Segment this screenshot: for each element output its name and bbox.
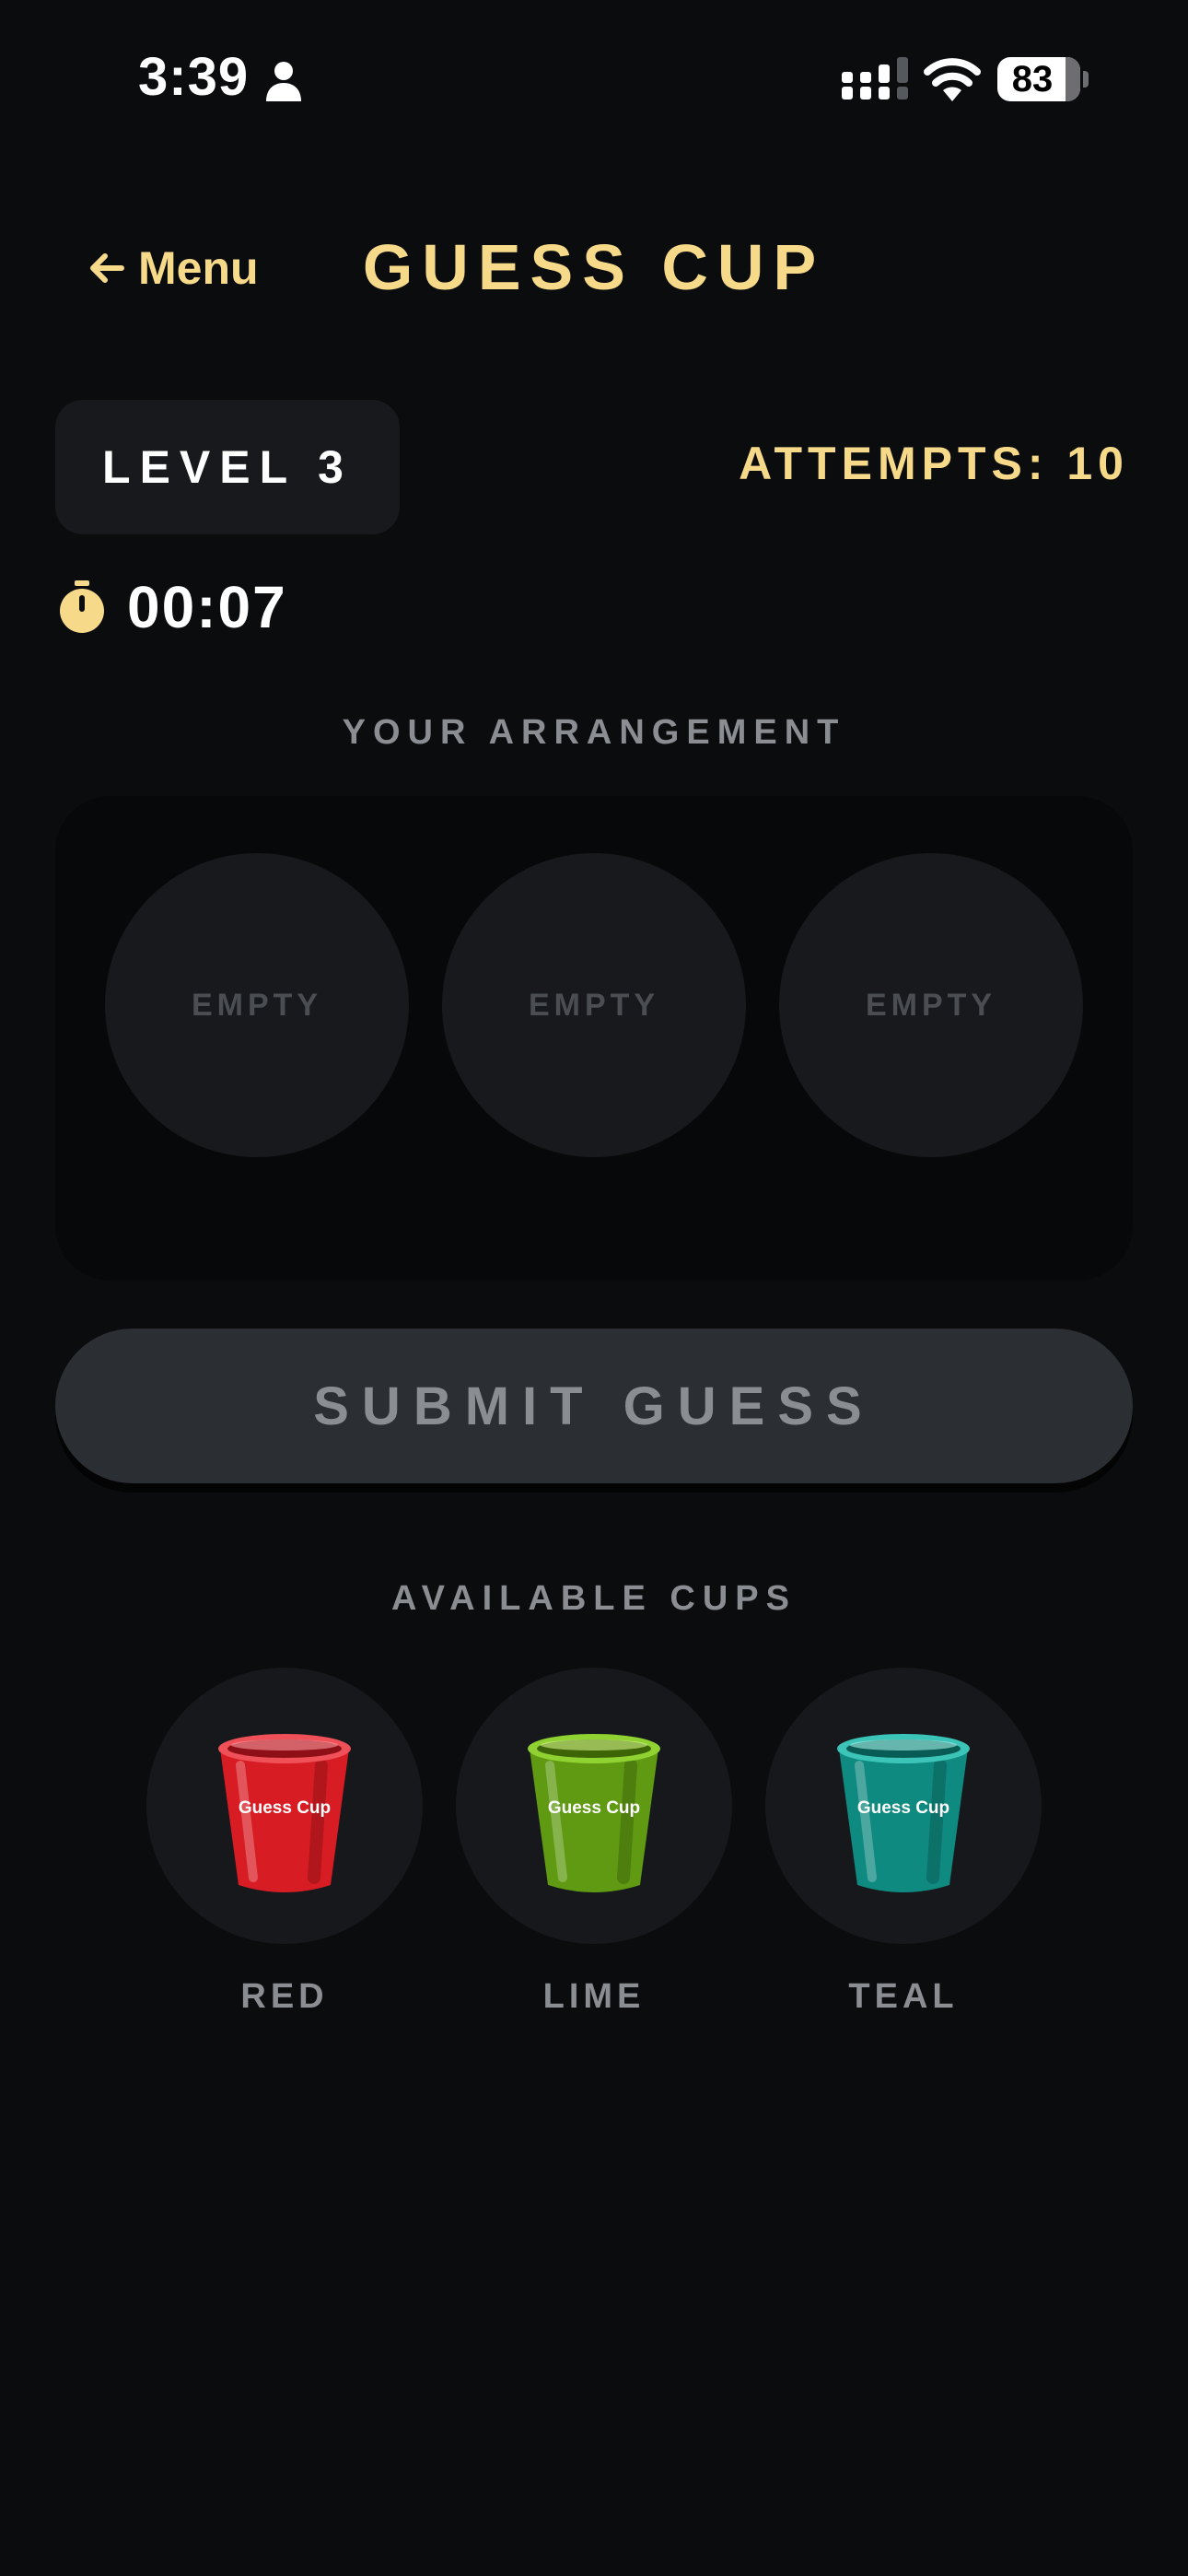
cup-label-red: RED — [240, 1977, 329, 2016]
battery-percent: 83 — [1011, 59, 1054, 100]
battery-indicator: 83 — [997, 57, 1080, 101]
teal-cup-text: Guess Cup — [857, 1798, 949, 1818]
status-time: 3:39 — [138, 47, 250, 107]
person-icon — [266, 62, 301, 101]
arrangement-slot-3[interactable]: EMPTY — [779, 853, 1083, 1157]
cellular-signal-icon — [842, 57, 908, 100]
timer-value: 00:07 — [127, 574, 287, 640]
available-cups-heading: AVAILABLE CUPS — [391, 1579, 797, 1618]
attempts-counter: ATTEMPTS: 10 — [739, 438, 1129, 489]
page-title: GUESS CUP — [362, 231, 826, 303]
red-cup-text: Guess Cup — [239, 1798, 331, 1818]
cup-option-teal[interactable]: Guess Cup — [765, 1668, 1042, 1944]
cup-option-lime[interactable]: Guess Cup — [456, 1668, 732, 1944]
cup-label-lime: LIME — [542, 1977, 646, 2016]
wifi-icon — [924, 58, 981, 101]
submit-guess-button[interactable]: SUBMIT GUESS — [55, 1329, 1133, 1483]
cup-label-teal: TEAL — [848, 1977, 959, 2016]
lime-cup-icon: Guess Cup — [528, 1734, 660, 1892]
teal-cup-icon: Guess Cup — [837, 1734, 970, 1892]
cup-option-red[interactable]: Guess Cup — [146, 1668, 423, 1944]
level-badge: LEVEL 3 — [55, 400, 400, 534]
battery-nub — [1083, 71, 1089, 88]
arrangement-slot-2[interactable]: EMPTY — [442, 853, 746, 1157]
arrangement-heading: YOUR ARRANGEMENT — [342, 713, 846, 752]
stopwatch-icon — [60, 580, 104, 633]
lime-cup-text: Guess Cup — [548, 1798, 640, 1818]
red-cup-icon: Guess Cup — [218, 1734, 351, 1892]
arrangement-slot-1[interactable]: EMPTY — [105, 853, 409, 1157]
